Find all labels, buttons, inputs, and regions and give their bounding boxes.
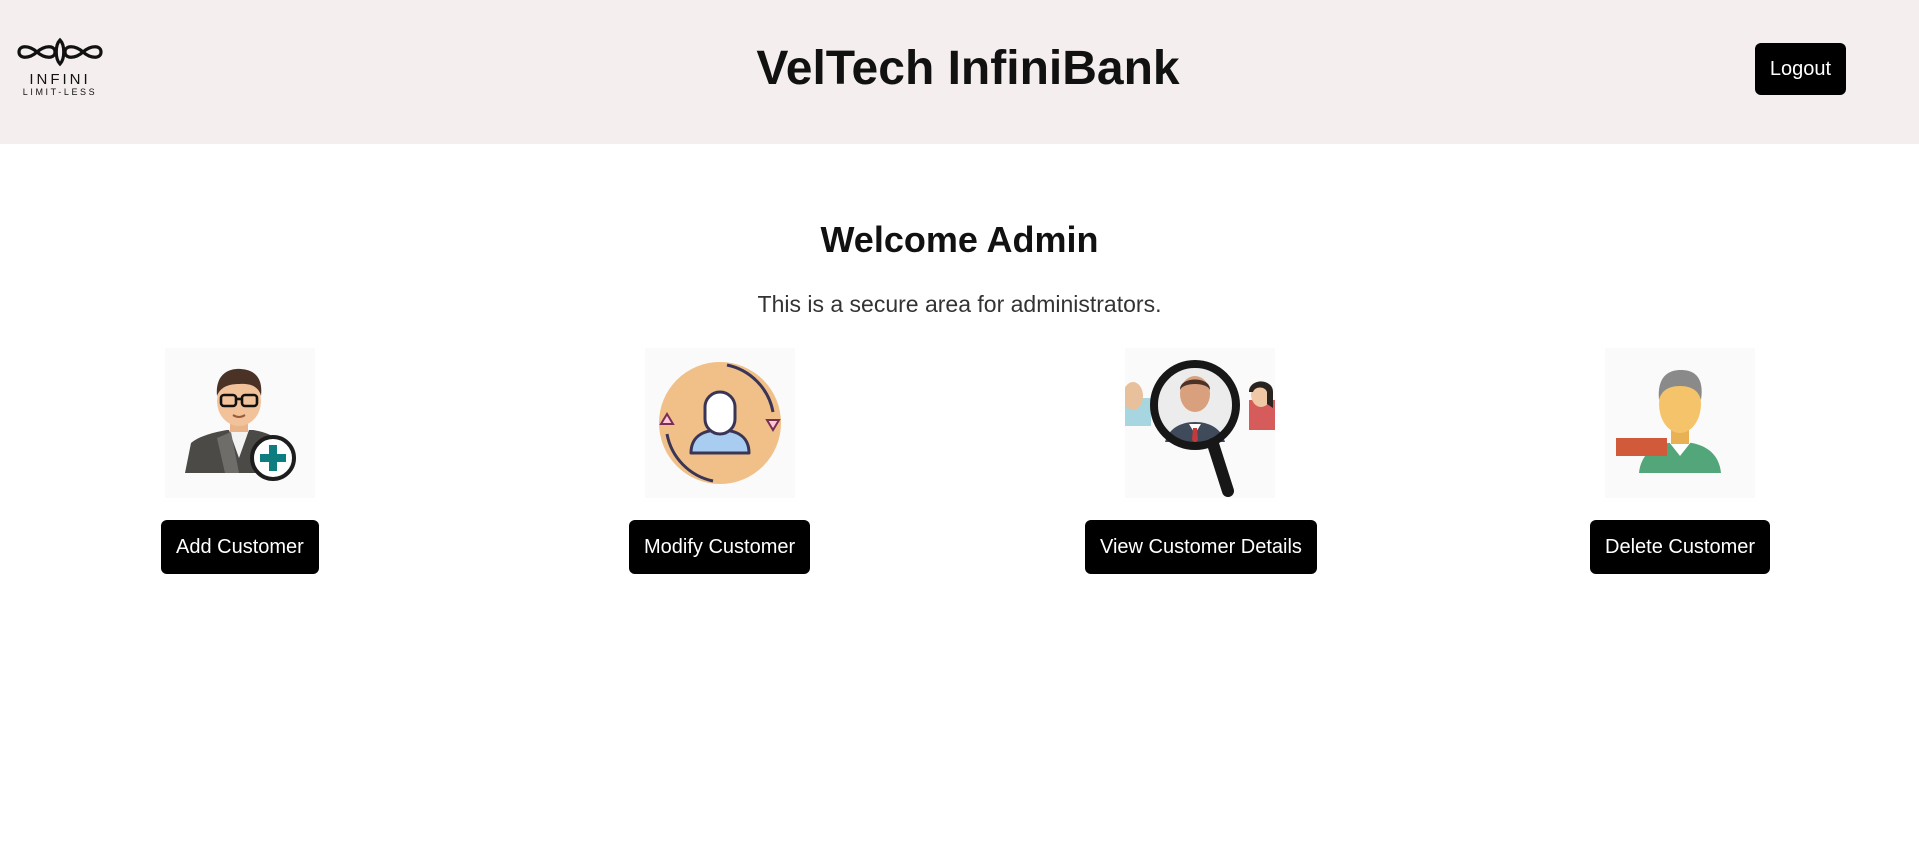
view-customer-details-button[interactable]: View Customer Details [1085,520,1317,574]
delete-customer-icon [1605,348,1755,498]
welcome-heading: Welcome Admin [820,219,1099,260]
welcome-subtitle: This is a secure area for administrators… [757,291,1162,317]
add-customer-button[interactable]: Add Customer [161,520,319,574]
add-customer-card: Add Customer [114,348,364,574]
add-customer-icon [165,348,315,498]
modify-customer-card: Modify Customer [595,348,845,574]
header-bar: INFINI LIMIT-LESS VelTech InfiniBank Log… [0,0,1919,144]
logout-button[interactable]: Logout [1755,43,1846,95]
view-customer-details-icon [1125,348,1275,498]
view-customer-details-card: View Customer Details [1075,348,1325,574]
modify-customer-button[interactable]: Modify Customer [629,520,811,574]
delete-customer-card: Delete Customer [1555,348,1805,574]
delete-customer-button[interactable]: Delete Customer [1590,520,1771,574]
app-title: VelTech InfiniBank [756,42,1180,95]
modify-customer-icon [645,348,795,498]
